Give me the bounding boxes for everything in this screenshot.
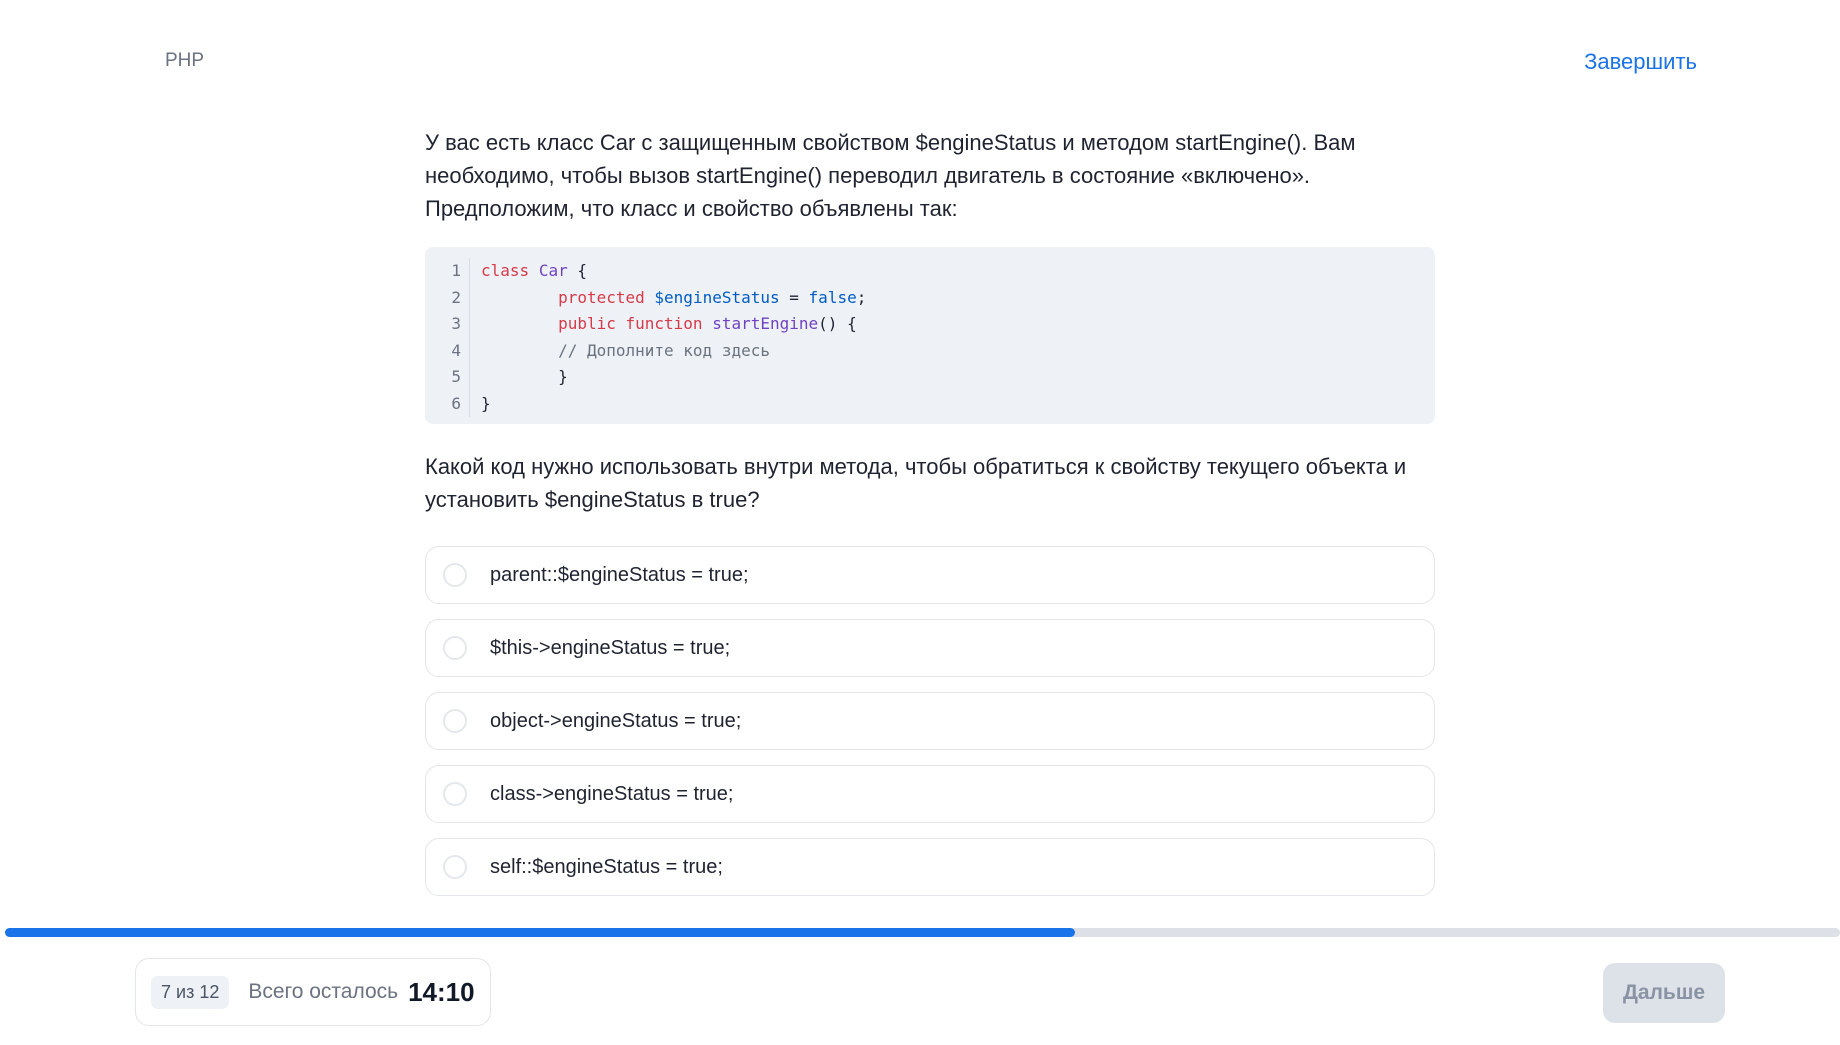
finish-link[interactable]: Завершить — [1584, 49, 1697, 75]
code-keyword: protected — [558, 287, 645, 307]
code-operator: = — [779, 287, 809, 307]
answer-option-label: self::$engineStatus = true; — [490, 855, 723, 878]
line-number: 6 — [451, 393, 461, 413]
line-number: 2 — [451, 287, 461, 307]
code-line: 5 } — [425, 364, 1435, 391]
line-number: 5 — [451, 367, 461, 386]
radio-button[interactable] — [443, 563, 467, 587]
code-boolean: false — [808, 287, 857, 307]
code-line: 2 protected $engineStatus = false; — [425, 284, 1435, 311]
timer: 14:10 — [408, 976, 475, 1007]
answer-option[interactable]: parent::$engineStatus = true; — [425, 546, 1435, 604]
code-punct: { — [567, 261, 587, 280]
code-variable: $engineStatus — [654, 287, 780, 307]
code-line: 3 public function startEngine() { — [425, 311, 1435, 338]
line-number: 4 — [451, 340, 461, 360]
line-number: 3 — [451, 314, 461, 333]
code-punct: } — [558, 367, 568, 386]
line-number: 1 — [451, 261, 461, 280]
question-content: У вас есть класс Car с защищенным свойст… — [425, 126, 1435, 911]
answer-option[interactable]: $this->engineStatus = true; — [425, 619, 1435, 677]
question-prompt: Какой код нужно использовать внутри мето… — [425, 454, 1407, 512]
code-line: 6 } — [425, 390, 1435, 417]
radio-button[interactable] — [443, 782, 467, 806]
question-intro: У вас есть класс Car с защищенным свойст… — [425, 130, 1356, 221]
code-keyword: public — [558, 314, 616, 333]
radio-button[interactable] — [443, 709, 467, 733]
time-remaining-label: Всего осталось — [248, 980, 399, 1003]
code-class-name: Car — [538, 261, 568, 280]
code-line: 4 // Дополните код здесь — [425, 337, 1435, 364]
topic-label: PHP — [165, 50, 205, 71]
code-block: 1 class Car { 2 protected $engineStatus … — [425, 247, 1435, 424]
next-button[interactable]: Дальше — [1603, 963, 1725, 1023]
code-punct: } — [481, 393, 491, 413]
code-function-name: startEngine — [712, 314, 819, 333]
question-counter: 7 из 12 — [151, 975, 230, 1009]
code-keyword: class — [481, 261, 530, 280]
answer-options: parent::$engineStatus = true; $this->eng… — [425, 546, 1435, 896]
answer-option[interactable]: object->engineStatus = true; — [425, 692, 1435, 750]
code-comment: // Дополните код здесь — [558, 340, 770, 360]
radio-button[interactable] — [443, 855, 467, 879]
answer-option-label: parent::$engineStatus = true; — [490, 563, 749, 586]
code-punct: ; — [856, 287, 867, 307]
answer-option-label: class->engineStatus = true; — [490, 782, 734, 805]
quiz-status: 7 из 12 Всего осталось 14:10 — [135, 958, 491, 1026]
code-punct: () { — [818, 314, 857, 333]
radio-button[interactable] — [443, 636, 467, 660]
code-keyword: function — [625, 314, 703, 333]
answer-option-label: object->engineStatus = true; — [490, 709, 742, 732]
progress-bar — [5, 928, 1840, 937]
code-line: 1 class Car { — [425, 258, 1435, 285]
answer-option[interactable]: self::$engineStatus = true; — [425, 838, 1435, 896]
answer-option[interactable]: class->engineStatus = true; — [425, 765, 1435, 823]
progress-bar-fill — [5, 928, 1075, 937]
answer-option-label: $this->engineStatus = true; — [490, 636, 731, 659]
